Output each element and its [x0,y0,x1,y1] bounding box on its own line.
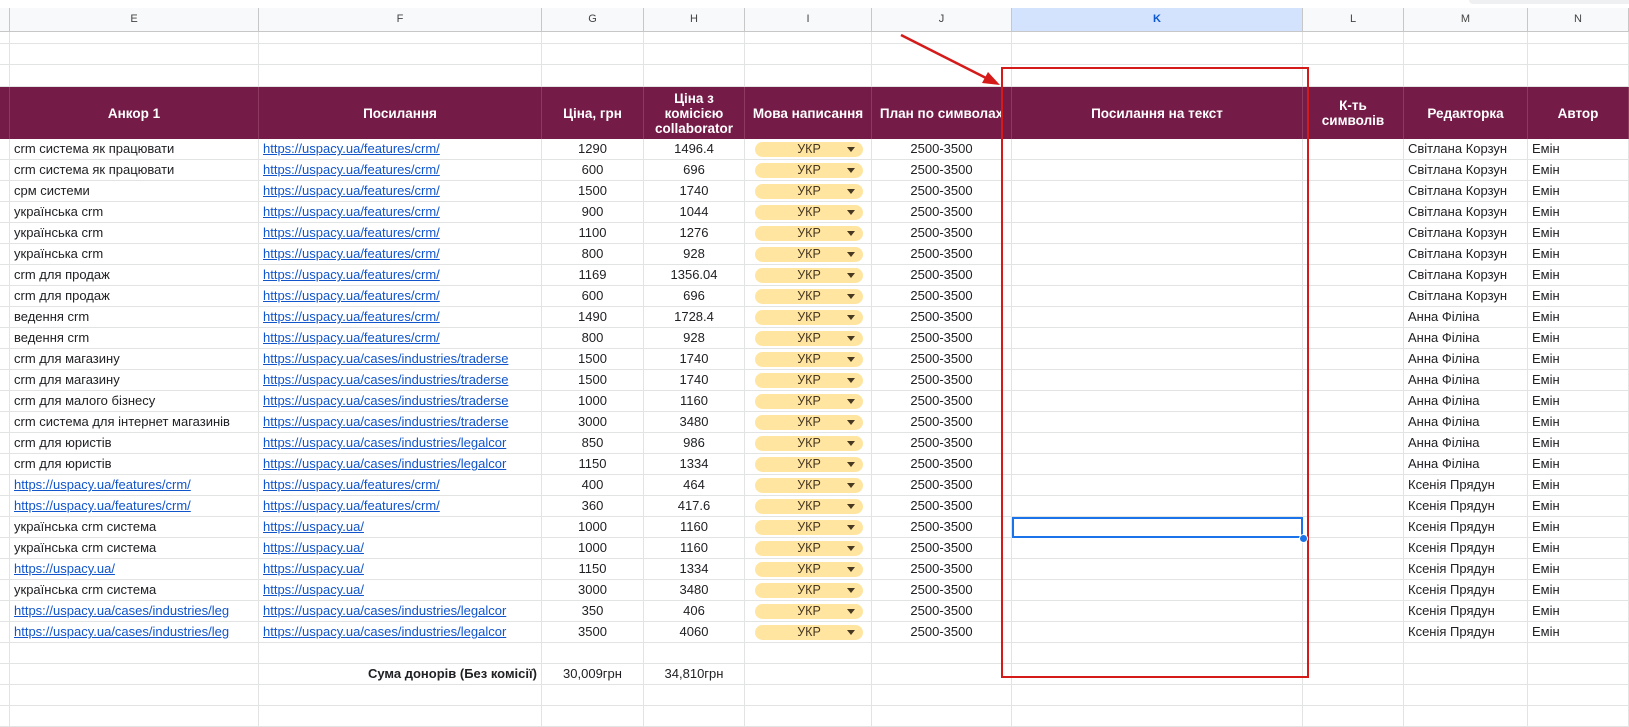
arrow-head [982,72,1000,85]
fill-handle[interactable] [1299,534,1308,543]
annotation-arrow [900,33,1000,85]
arrow-shaft [900,33,989,81]
selected-cell[interactable] [1012,517,1303,538]
highlight-box [1001,67,1309,678]
